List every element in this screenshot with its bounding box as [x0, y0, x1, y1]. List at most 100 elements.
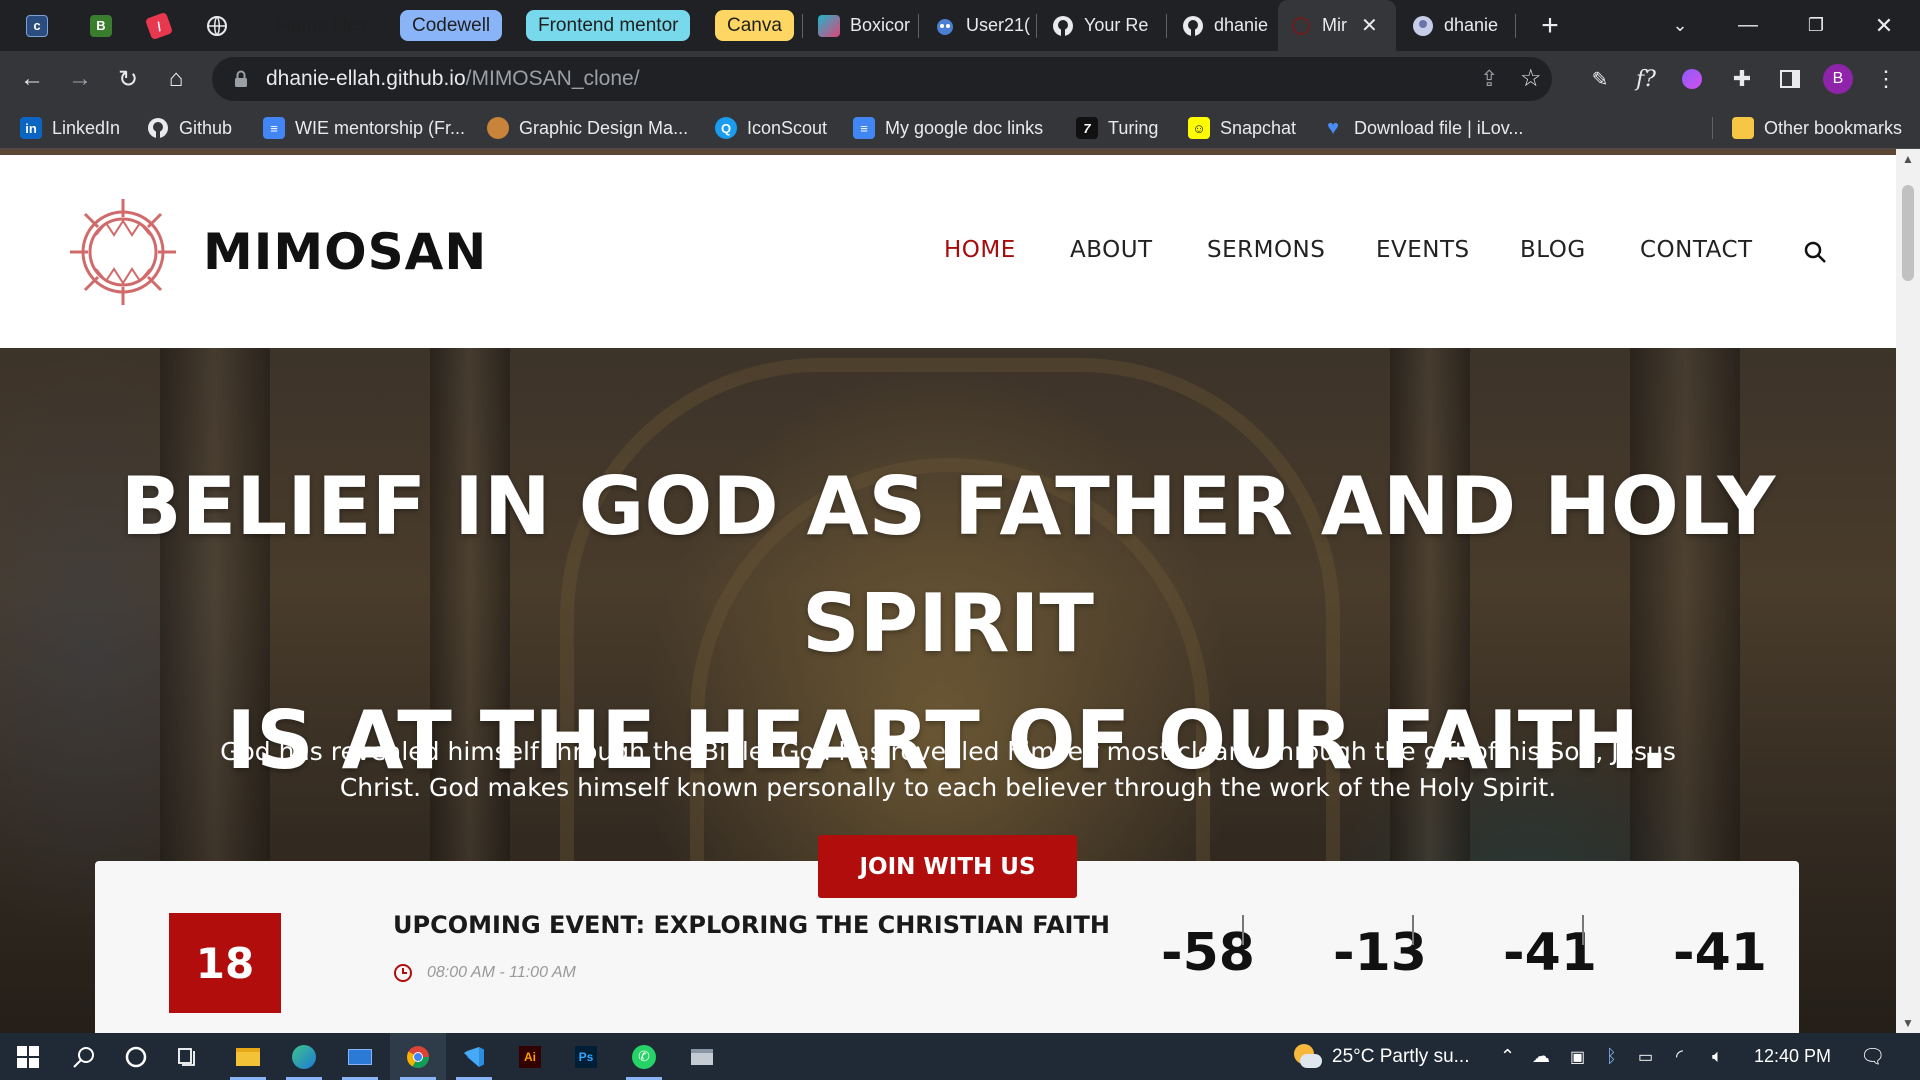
- nav-events[interactable]: EVENTS: [1376, 237, 1470, 263]
- tab-user21[interactable]: User21(: [922, 0, 1034, 51]
- formula-extension-icon[interactable]: f?: [1626, 59, 1666, 99]
- countdown-divider: [1582, 915, 1584, 945]
- address-bar[interactable]: dhanie-ellah.github.io/MIMOSAN_clone/ ⇪ …: [212, 57, 1552, 101]
- side-panel-icon[interactable]: [1770, 59, 1810, 99]
- page-viewport: MIMOSAN HOME ABOUT SERMONS EVENTS BLOG C…: [0, 155, 1896, 1033]
- extensions-puzzle-icon[interactable]: ✚: [1722, 59, 1762, 99]
- url-text[interactable]: dhanie-ellah.github.io/MIMOSAN_clone/: [266, 67, 640, 91]
- turing-icon: 7: [1076, 117, 1098, 139]
- device-icon[interactable]: ▣: [1570, 1033, 1585, 1080]
- pinned-tab-2[interactable]: B: [90, 0, 112, 51]
- illustrator-icon[interactable]: Ai: [502, 1033, 558, 1080]
- nav-sermons[interactable]: SERMONS: [1207, 237, 1325, 263]
- pen-icon: /: [144, 11, 174, 40]
- chrome-menu-icon[interactable]: ⋮: [1866, 59, 1906, 99]
- notification-center-icon[interactable]: 🗨︎: [1860, 1033, 1885, 1080]
- search-icon[interactable]: [1802, 239, 1828, 265]
- other-bookmarks-folder[interactable]: Other bookmarks: [1732, 107, 1902, 149]
- forward-arrow-icon[interactable]: →: [60, 59, 100, 99]
- nav-blog[interactable]: BLOG: [1520, 237, 1586, 263]
- tab-group-label: Figma files: [275, 14, 367, 36]
- nav-contact[interactable]: CONTACT: [1640, 237, 1753, 263]
- tab-mimosan-active[interactable]: Mir ✕: [1278, 0, 1396, 51]
- pinned-tab-3[interactable]: /: [144, 0, 174, 51]
- tab-your-repos[interactable]: Your Re: [1040, 0, 1164, 51]
- tab-group-figma[interactable]: Figma files: [263, 10, 379, 41]
- clock-icon: [394, 964, 412, 982]
- bookmark-linkedin[interactable]: in LinkedIn: [20, 107, 120, 149]
- color-extension-icon[interactable]: [1672, 59, 1712, 99]
- bookmark-github[interactable]: Github: [147, 107, 232, 149]
- tab-group-frontend-mentor[interactable]: Frontend mentor: [526, 10, 691, 41]
- wifi-icon[interactable]: ◜: [1676, 1033, 1683, 1080]
- reload-icon[interactable]: ↻: [108, 59, 148, 99]
- scroll-down-arrow-icon[interactable]: ▼: [1896, 1013, 1920, 1033]
- bookmark-label: WIE mentorship (Fr...: [295, 117, 466, 138]
- pinned-tab-4[interactable]: [206, 0, 228, 51]
- minimize-icon[interactable]: —: [1716, 0, 1780, 51]
- lock-icon[interactable]: [230, 68, 252, 90]
- bookmark-wie-mentorship[interactable]: ≡ WIE mentorship (Fr...: [263, 107, 465, 149]
- search-icon[interactable]: [56, 1033, 112, 1080]
- chrome-icon[interactable]: [390, 1033, 446, 1080]
- pen-extension-icon[interactable]: ✎: [1580, 59, 1620, 99]
- cortana-icon[interactable]: [108, 1033, 164, 1080]
- nav-about[interactable]: ABOUT: [1070, 237, 1153, 263]
- join-with-us-button[interactable]: JOIN WITH US: [818, 835, 1077, 898]
- tab-close-icon[interactable]: ✕: [1361, 13, 1378, 38]
- tab-group-label: Canva: [727, 14, 782, 36]
- globe-icon: [207, 15, 227, 36]
- event-time: 08:00 AM - 11:00 AM: [427, 964, 576, 981]
- profile-avatar[interactable]: B: [1818, 59, 1858, 99]
- pinned-tab-1[interactable]: c: [26, 0, 48, 51]
- bookmark-turing[interactable]: 7 Turing: [1076, 107, 1158, 149]
- close-window-icon[interactable]: ✕: [1852, 0, 1916, 51]
- tab-group-canva[interactable]: Canva: [715, 10, 794, 41]
- windows-start-icon[interactable]: [0, 1033, 56, 1080]
- app-window-icon[interactable]: [674, 1033, 730, 1080]
- crown-of-thorns-logo-icon[interactable]: [66, 195, 180, 309]
- bookmark-google-doc-links[interactable]: ≡ My google doc links: [853, 107, 1043, 149]
- tab-boxicons[interactable]: Boxicor: [806, 0, 916, 51]
- new-tab-plus-icon[interactable]: +: [1518, 0, 1582, 51]
- tab-label: Mir: [1322, 15, 1347, 35]
- clock[interactable]: 12:40 PM: [1754, 1033, 1831, 1080]
- task-view-icon[interactable]: [160, 1033, 216, 1080]
- volume-icon[interactable]: 🔈︎: [1712, 1033, 1723, 1080]
- nav-home[interactable]: HOME: [944, 237, 1016, 263]
- back-arrow-icon[interactable]: ←: [12, 59, 52, 99]
- share-icon[interactable]: ⇪: [1480, 66, 1498, 92]
- tray-overflow-chevron-icon[interactable]: ⌃: [1500, 1033, 1515, 1080]
- site-brand[interactable]: MIMOSAN: [203, 223, 487, 281]
- tab-separator: [1166, 14, 1167, 38]
- tab-group-codewell[interactable]: Codewell: [400, 10, 503, 41]
- battery-icon[interactable]: ▭: [1638, 1033, 1653, 1080]
- whatsapp-icon[interactable]: ✆: [616, 1033, 672, 1080]
- weather-widget[interactable]: 25°C Partly su...: [1290, 1033, 1469, 1080]
- vscode-icon[interactable]: [446, 1033, 502, 1080]
- scrollbar-thumb[interactable]: [1902, 185, 1914, 281]
- bookmark-label: Turing: [1108, 117, 1159, 138]
- bookmarks-bar: in LinkedIn Github ≡ WIE mentorship (Fr...…: [0, 107, 1920, 149]
- tab-group-label: Codewell: [412, 14, 491, 36]
- mail-icon[interactable]: [332, 1033, 388, 1080]
- event-title[interactable]: UPCOMING EVENT: EXPLORING THE CHRISTIAN …: [393, 911, 1110, 939]
- file-explorer-icon[interactable]: [220, 1033, 276, 1080]
- bluetooth-icon[interactable]: ᛒ: [1606, 1033, 1617, 1080]
- photoshop-icon[interactable]: Ps: [558, 1033, 614, 1080]
- bookmark-snapchat[interactable]: ☺ Snapchat: [1188, 107, 1296, 149]
- tab-label: User21(: [966, 15, 1031, 35]
- edge-icon[interactable]: [276, 1033, 332, 1080]
- home-icon[interactable]: ⌂: [156, 59, 196, 99]
- restore-icon[interactable]: ❐: [1784, 0, 1848, 51]
- tab-search-chevron-icon[interactable]: ⌄: [1648, 0, 1712, 51]
- tab-dhanie-2[interactable]: dhanie: [1400, 0, 1510, 51]
- tab-dhanie-github[interactable]: dhanie: [1170, 0, 1274, 51]
- bookmark-ilovepdf[interactable]: ♥ Download file | iLov...: [1322, 107, 1523, 149]
- bookmark-graphic-design[interactable]: Graphic Design Ma...: [487, 107, 688, 149]
- page-scrollbar[interactable]: ▲ ▼: [1896, 149, 1920, 1033]
- bookmark-iconscout[interactable]: Q IconScout: [715, 107, 827, 149]
- onedrive-cloud-icon[interactable]: ☁: [1532, 1033, 1550, 1080]
- bookmark-star-icon[interactable]: ☆: [1520, 64, 1542, 93]
- scroll-up-arrow-icon[interactable]: ▲: [1896, 149, 1920, 169]
